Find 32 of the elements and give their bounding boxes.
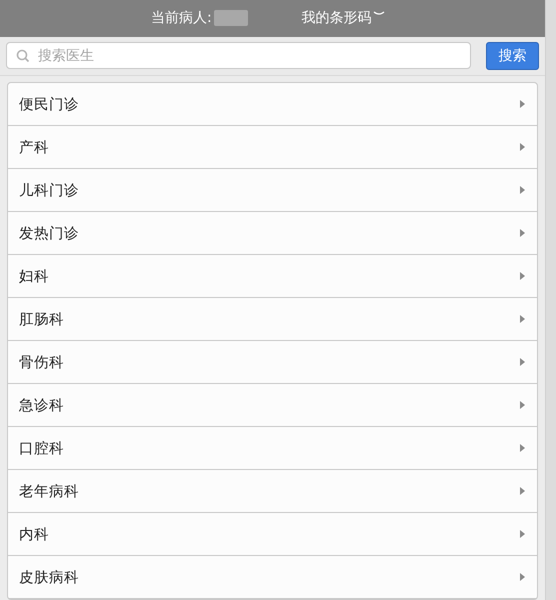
search-icon [16,49,30,64]
department-item[interactable]: 肛肠科 [8,298,537,341]
patient-label: 当前病人: [151,9,212,28]
chevron-icon [520,530,525,538]
department-item[interactable]: 内科 [8,513,537,556]
chevron-icon [520,272,525,280]
department-item[interactable]: 妇科 [8,255,537,298]
department-item[interactable]: 骨伤科 [8,341,537,384]
chevron-icon [520,401,525,409]
department-item[interactable]: 发热门诊 [8,212,537,255]
department-item[interactable]: 急诊科 [8,384,537,427]
department-item[interactable]: 皮肤病科 [8,556,537,599]
caret-icon [372,11,385,18]
chevron-icon [520,487,525,495]
chevron-icon [520,100,525,108]
department-item[interactable]: 便民门诊 [8,83,537,126]
search-field[interactable]: 搜索医生 [6,42,471,70]
scrollbar[interactable] [545,0,556,600]
department-item[interactable]: 儿科门诊 [8,169,537,212]
chevron-icon [520,186,525,194]
barcode-link[interactable]: 我的条形码 [302,9,372,28]
search-button[interactable]: 搜索 [486,42,539,70]
department-item[interactable]: 口腔科 [8,427,537,470]
chevron-icon [520,573,525,581]
redacted-name [214,10,248,26]
chevron-icon [520,315,525,323]
chevron-icon [520,444,525,452]
chevron-icon [520,229,525,237]
department-item[interactable]: 老年病科 [8,470,537,513]
chevron-icon [520,358,525,366]
chevron-icon [520,143,525,151]
department-item[interactable]: 产科 [8,126,537,169]
